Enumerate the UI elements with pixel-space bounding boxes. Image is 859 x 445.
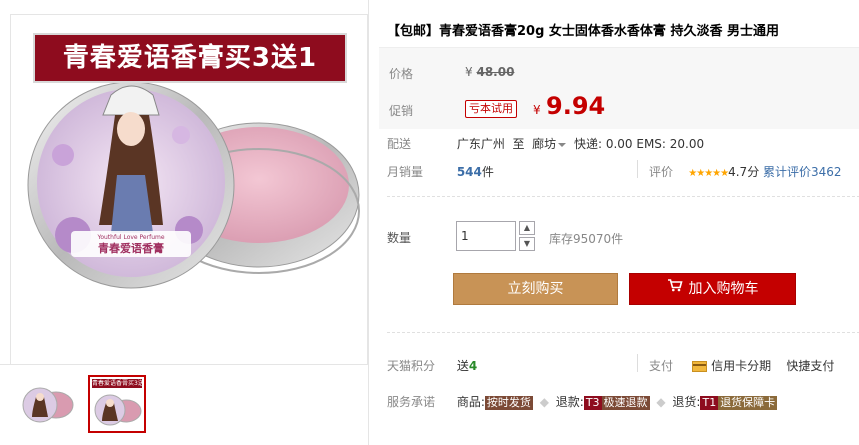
points-row: 天猫积分 送4	[387, 357, 477, 374]
buy-now-button[interactable]: 立刻购买	[453, 273, 618, 305]
payment-row: 支付 信用卡分期 快捷支付	[649, 357, 834, 374]
delivery-destination-select[interactable]: 廊坊	[532, 137, 570, 151]
quantity-label: 数量	[387, 231, 412, 245]
thumbnail-1[interactable]	[18, 375, 76, 433]
service-refund-tag: 极速退款	[601, 396, 650, 410]
delivery-to-word: 至	[512, 137, 525, 151]
promo-banner: 青春爱语香膏买3送1	[33, 33, 347, 83]
divider	[637, 160, 638, 178]
shipping-fee: 快递: 0.00 EMS: 20.00	[573, 137, 705, 151]
add-to-cart-button[interactable]: 加入购物车	[629, 273, 796, 305]
delivery-row: 配送 广东广州 至 廊坊 快递: 0.00 EMS: 20.00	[387, 135, 704, 152]
service-goods-tag: 按时发货	[484, 396, 533, 410]
delivery-destination: 廊坊	[532, 137, 557, 151]
quantity-increase-button[interactable]: ▲	[519, 221, 535, 235]
credit-card-installment[interactable]: 信用卡分期	[711, 359, 771, 373]
tin-label-cn: 青春爱语香膏	[98, 241, 164, 255]
cumulative-reviews-link[interactable]: 累计评价3462	[763, 165, 842, 179]
product-gallery: Youthful Love Perfume 青春爱语香膏 青春爱语香膏买3送1 …	[0, 0, 368, 445]
quantity-input[interactable]	[456, 221, 516, 251]
rating-row: 评价 ★★★★★4.7分 累计评价3462	[649, 163, 842, 180]
divider	[387, 196, 859, 197]
product-details: 【包邮】青春爱语香膏20g 女士固体香水香体膏 持久淡香 男士通用 价格 ¥ 4…	[368, 0, 859, 445]
promo-tag: 亏本试用	[465, 100, 517, 118]
service-return-prefix: 退货:	[672, 395, 701, 409]
thumbnail-photo	[22, 387, 74, 423]
add-to-cart-label: 加入购物车	[688, 281, 759, 297]
divider	[637, 354, 638, 372]
service-label: 服务承诺	[387, 395, 436, 409]
service-refund-prefix: 退款:	[555, 395, 584, 409]
tin-label-en: Youthful Love Perfume	[96, 234, 164, 241]
monthly-sales-count: 544	[456, 165, 482, 179]
stock-count: 库存95070件	[549, 232, 624, 246]
cart-icon	[667, 273, 683, 303]
rating-stars: ★★★★★	[688, 168, 729, 179]
price-box: 价格 ¥ 48.00 促销 亏本试用 ¥ 9.94	[379, 47, 859, 129]
buy-now-label: 立刻购买	[507, 281, 564, 297]
sale-currency-symbol: ¥	[533, 103, 541, 117]
service-item-goods[interactable]: 商品: 按时发货	[456, 395, 537, 410]
delivery-from: 广东广州	[456, 137, 505, 151]
chevron-down-icon	[558, 142, 567, 147]
sales-row: 月销量 544件	[387, 163, 494, 180]
points-send-word: 送	[456, 359, 469, 373]
thumbnail-banner: 青春爱语香膏买3送1	[92, 379, 142, 388]
service-refund-code: T3	[583, 396, 602, 410]
monthly-sales-label: 月销量	[387, 165, 424, 179]
monthly-sales-unit: 件	[481, 165, 494, 179]
service-row: 服务承诺 商品: 按时发货 ◆ 退款: T3 极速退款 ◆ 退货: T1 退货保障卡	[387, 395, 778, 410]
rating-label: 评价	[649, 165, 674, 179]
price-label: 价格	[389, 67, 414, 81]
original-price: ¥ 48.00	[465, 65, 514, 79]
product-title: 【包邮】青春爱语香膏20g 女士固体香水香体膏 持久淡香 男士通用	[387, 24, 779, 39]
service-return-code: T1	[700, 396, 719, 410]
rating-score: 4.7分	[728, 165, 760, 179]
points-value: 4	[468, 359, 478, 373]
quantity-decrease-button[interactable]: ▼	[519, 237, 535, 251]
service-item-return[interactable]: 退货: T1 退货保障卡	[672, 395, 778, 410]
original-price-value: 48.00	[476, 65, 515, 79]
main-product-image[interactable]: Youthful Love Perfume 青春爱语香膏 青春爱语香膏买3送1	[10, 14, 368, 364]
service-item-refund[interactable]: 退款: T3 极速退款	[555, 395, 654, 410]
credit-card-icon	[692, 361, 708, 372]
service-return-tag: 退货保障卡	[718, 396, 778, 410]
currency-symbol: ¥	[465, 65, 473, 79]
payment-label: 支付	[649, 359, 674, 373]
thumbnail-2-selected[interactable]: 青春爱语香膏买3送1	[88, 375, 146, 433]
tmall-points-label: 天猫积分	[387, 359, 436, 373]
thumbnail-strip: 青春爱语香膏买3送1	[0, 364, 368, 445]
quick-pay[interactable]: 快捷支付	[786, 359, 834, 373]
sale-price: 9.94	[546, 92, 606, 120]
divider	[387, 332, 859, 333]
promo-banner-text: 青春爱语香膏买3送1	[62, 43, 318, 73]
service-goods-prefix: 商品:	[456, 395, 485, 409]
selected-indicator	[113, 375, 125, 376]
delivery-label: 配送	[387, 137, 412, 151]
promo-label: 促销	[389, 104, 414, 118]
